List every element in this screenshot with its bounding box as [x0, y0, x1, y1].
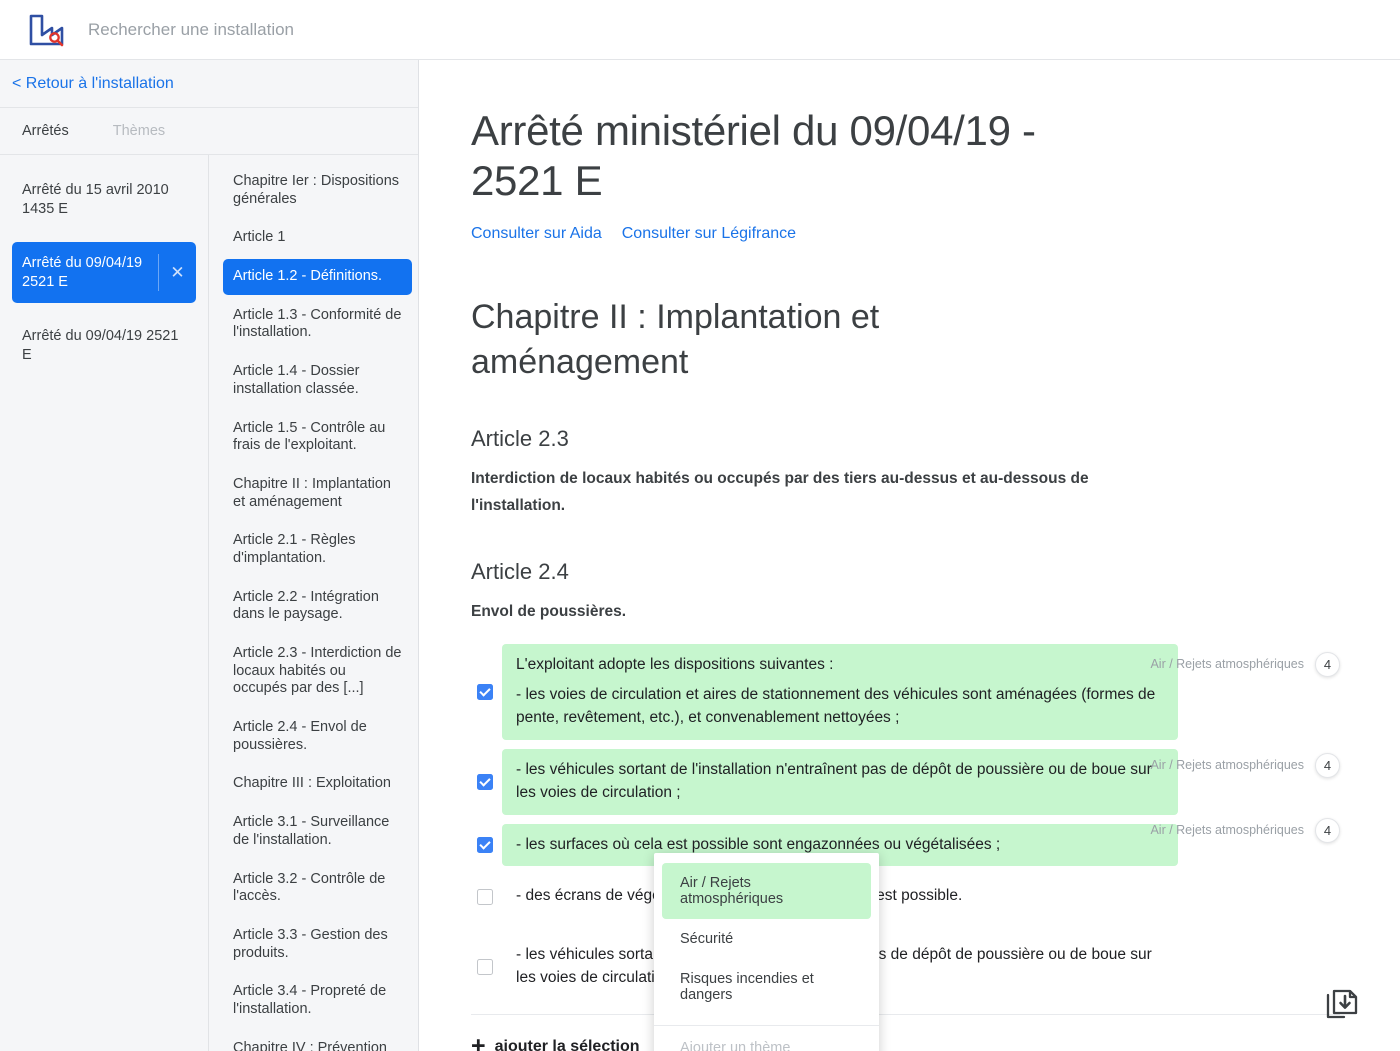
paragraph-checkbox[interactable] — [477, 959, 493, 976]
theme-dropdown-menu: Air / Rejets atmosphériques Sécurité Ris… — [654, 853, 879, 1051]
tag-label: Air / Rejets atmosphériques — [1150, 657, 1304, 672]
plus-icon: + — [471, 1032, 486, 1051]
article-2-4-heading: Article 2.4 — [471, 559, 569, 585]
paragraph-row: - des écrans de végétation sont mis en p… — [471, 875, 1340, 918]
page-title: Arrêté ministériel du 09/04/19 - 2521 E — [471, 107, 1036, 205]
app-root: < Retour à l'installation Arrêtés Thèmes… — [0, 0, 1400, 1051]
back-row: < Retour à l'installation — [0, 60, 418, 108]
tab-arretes[interactable]: Arrêtés — [22, 123, 69, 139]
content-divider — [471, 1014, 1340, 1016]
toc-item-article-3-2[interactable]: Article 3.2 - Contrôle de l'accès. — [233, 869, 402, 908]
list-item-selected[interactable]: Arrêté du 09/04/19 2521 E ✕ — [12, 242, 196, 304]
status-badge[interactable]: 4 — [1315, 651, 1340, 677]
paragraph-line: - les voies de circulation et aires de s… — [516, 685, 1156, 726]
tab-themes[interactable]: Thèmes — [113, 123, 165, 139]
panel-columns: Arrêté du 15 avril 2010 1435 E Arrêté du… — [0, 155, 418, 1051]
paragraph-tag-group: Air / Rejets atmosphériques 4 — [1150, 752, 1340, 778]
download-documents-icon — [1326, 989, 1358, 1019]
toc-item-article-3-3[interactable]: Article 3.3 - Gestion des produits. — [233, 925, 402, 964]
factory-search-logo-icon[interactable] — [24, 10, 70, 50]
paragraph-tag-group: Air / Rejets atmosphériques 4 — [1150, 651, 1340, 677]
toc-item-chapitre-1[interactable]: Chapitre Ier : Dispositions générales — [233, 171, 402, 210]
left-panel: < Retour à l'installation Arrêtés Thèmes… — [0, 60, 419, 1051]
menu-item-securite[interactable]: Sécurité — [662, 919, 871, 959]
toc-item-chapitre-4[interactable]: Chapitre IV : Prévention des accidents e… — [233, 1038, 402, 1051]
toc-item-article-1-3[interactable]: Article 1.3 - Conformité de l'installati… — [233, 305, 402, 344]
tag-label: Air / Rejets atmosphériques — [1150, 823, 1304, 838]
list-item[interactable]: Arrêté du 09/04/19 2521 E — [12, 315, 196, 376]
status-badge[interactable]: 4 — [1315, 752, 1340, 778]
paragraph-line: L'exploitant adopte les dispositions sui… — [516, 655, 834, 673]
paragraph-row: - les surfaces où cela est possible sont… — [471, 817, 1340, 867]
top-bar — [0, 0, 1400, 60]
toc-item-article-3-4[interactable]: Article 3.4 - Propreté de l'installation… — [233, 981, 402, 1020]
paragraph-checkbox[interactable] — [477, 773, 493, 790]
list-item-label: Arrêté du 09/04/19 2521 E — [22, 255, 143, 290]
download-documents-button[interactable] — [1318, 981, 1368, 1031]
paragraph-row: - les véhicules sortant de l'installatio… — [471, 934, 1340, 1000]
paragraph-checkbox[interactable] — [477, 683, 493, 700]
toc-item-article-2-2[interactable]: Article 2.2 - Intégration dans le paysag… — [233, 587, 402, 626]
link-consulter-legifrance[interactable]: Consulter sur Légifrance — [622, 225, 796, 243]
toc-item-article-1-4[interactable]: Article 1.4 - Dossier installation class… — [233, 361, 402, 400]
menu-item-risques-incendies[interactable]: Risques incendies et dangers — [662, 959, 871, 1015]
toc-item-article-2-4[interactable]: Article 2.4 - Envol de poussières. — [233, 717, 402, 756]
search-input[interactable] — [88, 19, 588, 40]
arretes-list: Arrêté du 15 avril 2010 1435 E Arrêté du… — [0, 155, 209, 1051]
add-theme-input[interactable]: Ajouter un thème — [662, 1026, 871, 1051]
toc-item-article-3-1[interactable]: Article 3.1 - Surveillance de l'installa… — [233, 812, 402, 851]
paragraph-checkbox[interactable] — [477, 837, 493, 853]
toc-item-article-1[interactable]: Article 1 — [233, 227, 402, 249]
paragraph-line: - les véhicules sortant de l'installatio… — [516, 760, 1152, 801]
article-2-4-subtitle: Envol de poussières. — [471, 603, 627, 621]
table-of-contents: Chapitre Ier : Dispositions générales Ar… — [209, 155, 418, 1051]
toc-item-article-1-5[interactable]: Article 1.5 - Contrôle au frais de l'exp… — [233, 418, 402, 457]
document-content: Arrêté ministériel du 09/04/19 - 2521 E … — [419, 60, 1400, 1051]
menu-item-air-rejets[interactable]: Air / Rejets atmosphériques — [662, 863, 871, 919]
toc-item-article-2-3[interactable]: Article 2.3 - Interdiction de locaux hab… — [233, 643, 402, 700]
paragraph-tag-group: Air / Rejets atmosphériques 4 — [1150, 817, 1340, 843]
back-to-installation-link[interactable]: < Retour à l'installation — [12, 75, 174, 93]
document-links: Consulter sur Aida Consulter sur Légifra… — [471, 225, 1340, 243]
article-2-3-subtitle: Interdiction de locaux habités ou occupé… — [471, 469, 1089, 514]
paragraph-row: - les véhicules sortant de l'installatio… — [471, 748, 1340, 815]
paragraph-row: L'exploitant adopte les dispositions sui… — [471, 643, 1340, 740]
link-consulter-aida[interactable]: Consulter sur Aida — [471, 225, 602, 243]
list-item[interactable]: Arrêté du 15 avril 2010 1435 E — [12, 169, 196, 230]
document-inner: Arrêté ministériel du 09/04/19 - 2521 E … — [419, 106, 1400, 1051]
add-selection-button[interactable]: + ajouter la sélection — [471, 1032, 1340, 1051]
add-selection-label: ajouter la sélection — [494, 1038, 640, 1051]
tag-label: Air / Rejets atmosphériques — [1150, 758, 1304, 773]
paragraph-text[interactable]: L'exploitant adopte les dispositions sui… — [502, 643, 1178, 740]
panel-tabs: Arrêtés Thèmes — [0, 108, 418, 155]
toc-item-chapitre-3[interactable]: Chapitre III : Exploitation — [233, 773, 402, 795]
toc-item-article-1-2[interactable]: Article 1.2 - Définitions. — [223, 259, 412, 295]
status-badge[interactable]: 4 — [1315, 817, 1340, 843]
paragraph-text[interactable]: - les véhicules sortant de l'installatio… — [502, 748, 1178, 815]
toc-item-article-2-1[interactable]: Article 2.1 - Règles d'implantation. — [233, 530, 402, 569]
close-icon[interactable]: ✕ — [158, 254, 196, 292]
chapter-heading: Chapitre II : Implantation et aménagemen… — [471, 297, 880, 382]
toc-item-chapitre-2[interactable]: Chapitre II : Implantation et aménagemen… — [233, 474, 402, 513]
paragraph-checkbox[interactable] — [477, 888, 493, 905]
paragraph-rows: L'exploitant adopte les dispositions sui… — [471, 643, 1340, 1000]
article-2-3-heading: Article 2.3 — [471, 425, 569, 451]
